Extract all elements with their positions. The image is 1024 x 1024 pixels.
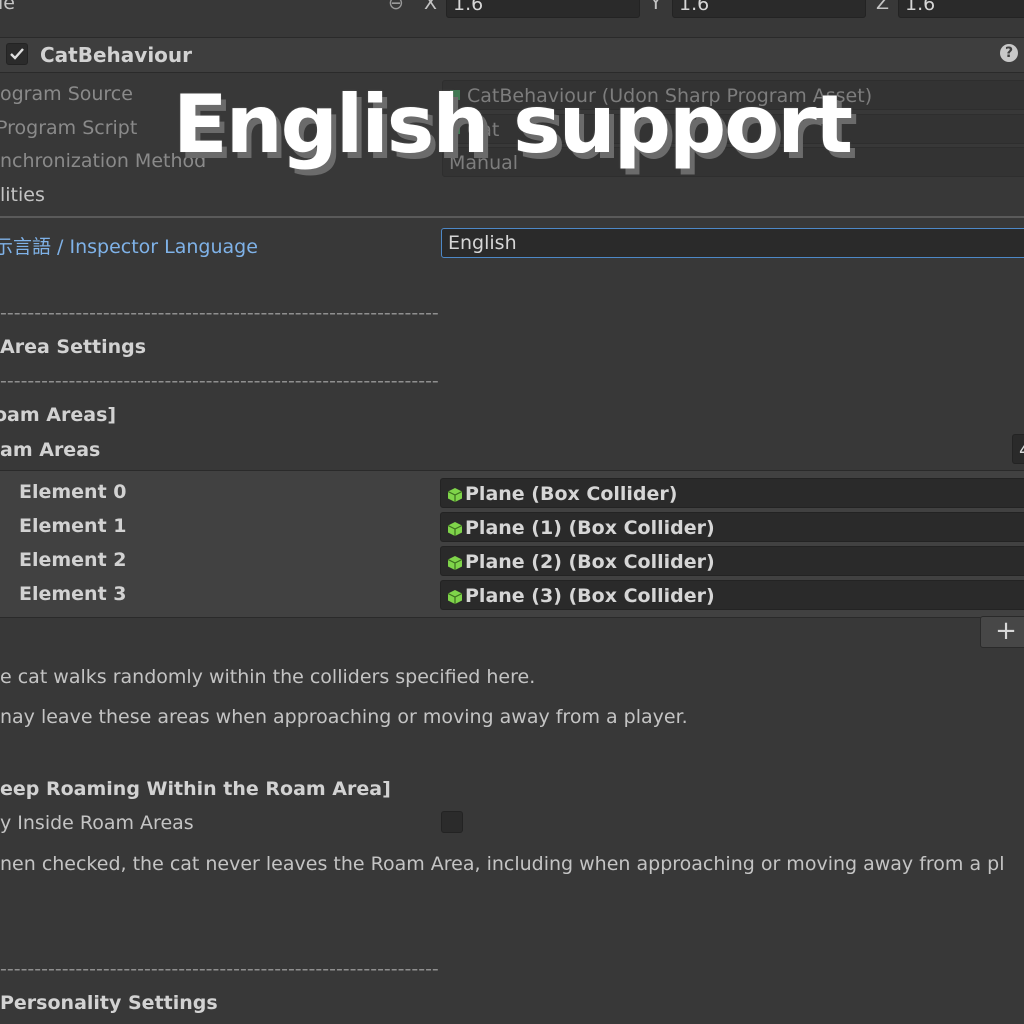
element-1-label: Element 1 xyxy=(19,515,127,537)
inspector-language-dropdown[interactable]: English xyxy=(441,228,1024,258)
element-2-field[interactable]: Plane (2) (Box Collider) xyxy=(440,546,1024,576)
roam-description-1: e cat walks randomly within the collider… xyxy=(0,666,536,688)
box-collider-icon xyxy=(447,487,463,502)
x-axis-label: X xyxy=(424,0,438,14)
element-1-field[interactable]: Plane (1) (Box Collider) xyxy=(440,512,1024,542)
element-3-field[interactable]: Plane (3) (Box Collider) xyxy=(440,580,1024,610)
roam-areas-header: oam Areas] xyxy=(0,404,117,426)
element-0-label: Element 0 xyxy=(19,481,127,503)
element-3-label: Element 3 xyxy=(19,583,127,605)
roam-areas-count-field[interactable]: 4 xyxy=(1012,434,1024,464)
transform-label: le xyxy=(0,0,15,14)
divider-dashes-2: ----------------------------------------… xyxy=(0,370,439,392)
y-axis-label: Y xyxy=(650,0,662,14)
z-axis-label: Z xyxy=(876,0,890,14)
scale-x-field[interactable]: 1.6 xyxy=(446,0,640,18)
stay-inside-description: nen checked, the cat never leaves the Ro… xyxy=(0,853,1005,875)
box-collider-icon xyxy=(447,589,463,604)
component-title: CatBehaviour xyxy=(40,43,193,67)
stay-inside-checkbox[interactable] xyxy=(441,811,463,833)
roam-areas-foldout[interactable]: am Areas xyxy=(0,439,100,461)
help-icon[interactable]: ? xyxy=(1000,44,1018,62)
utilities-foldout[interactable]: lities xyxy=(0,184,45,206)
separator xyxy=(0,216,1024,218)
scale-z-field[interactable]: 1.6 xyxy=(898,0,1024,18)
english-support-banner: English support xyxy=(173,78,853,171)
divider-dashes-3: ----------------------------------------… xyxy=(0,958,439,980)
keep-roaming-header: eep Roaming Within the Roam Area] xyxy=(0,778,391,800)
add-element-button[interactable]: + xyxy=(980,616,1024,648)
component-enabled-checkbox[interactable] xyxy=(6,43,28,65)
scale-y-field[interactable]: 1.6 xyxy=(672,0,866,18)
roam-description-2: nay leave these areas when approaching o… xyxy=(0,706,688,728)
box-collider-icon xyxy=(447,521,463,536)
box-collider-icon xyxy=(447,555,463,570)
personality-settings-title: Personality Settings xyxy=(0,992,218,1014)
inspector-language-label: 示言語 / Inspector Language xyxy=(0,236,258,258)
divider-dashes-1: ----------------------------------------… xyxy=(0,302,439,324)
element-2-label: Element 2 xyxy=(19,549,127,571)
stay-inside-label: y Inside Roam Areas xyxy=(0,812,194,834)
element-0-field[interactable]: Plane (Box Collider) xyxy=(440,478,1024,508)
link-icon[interactable]: ⊖ xyxy=(388,0,404,14)
checkmark-icon xyxy=(10,48,24,60)
area-settings-title: Area Settings xyxy=(0,336,147,358)
